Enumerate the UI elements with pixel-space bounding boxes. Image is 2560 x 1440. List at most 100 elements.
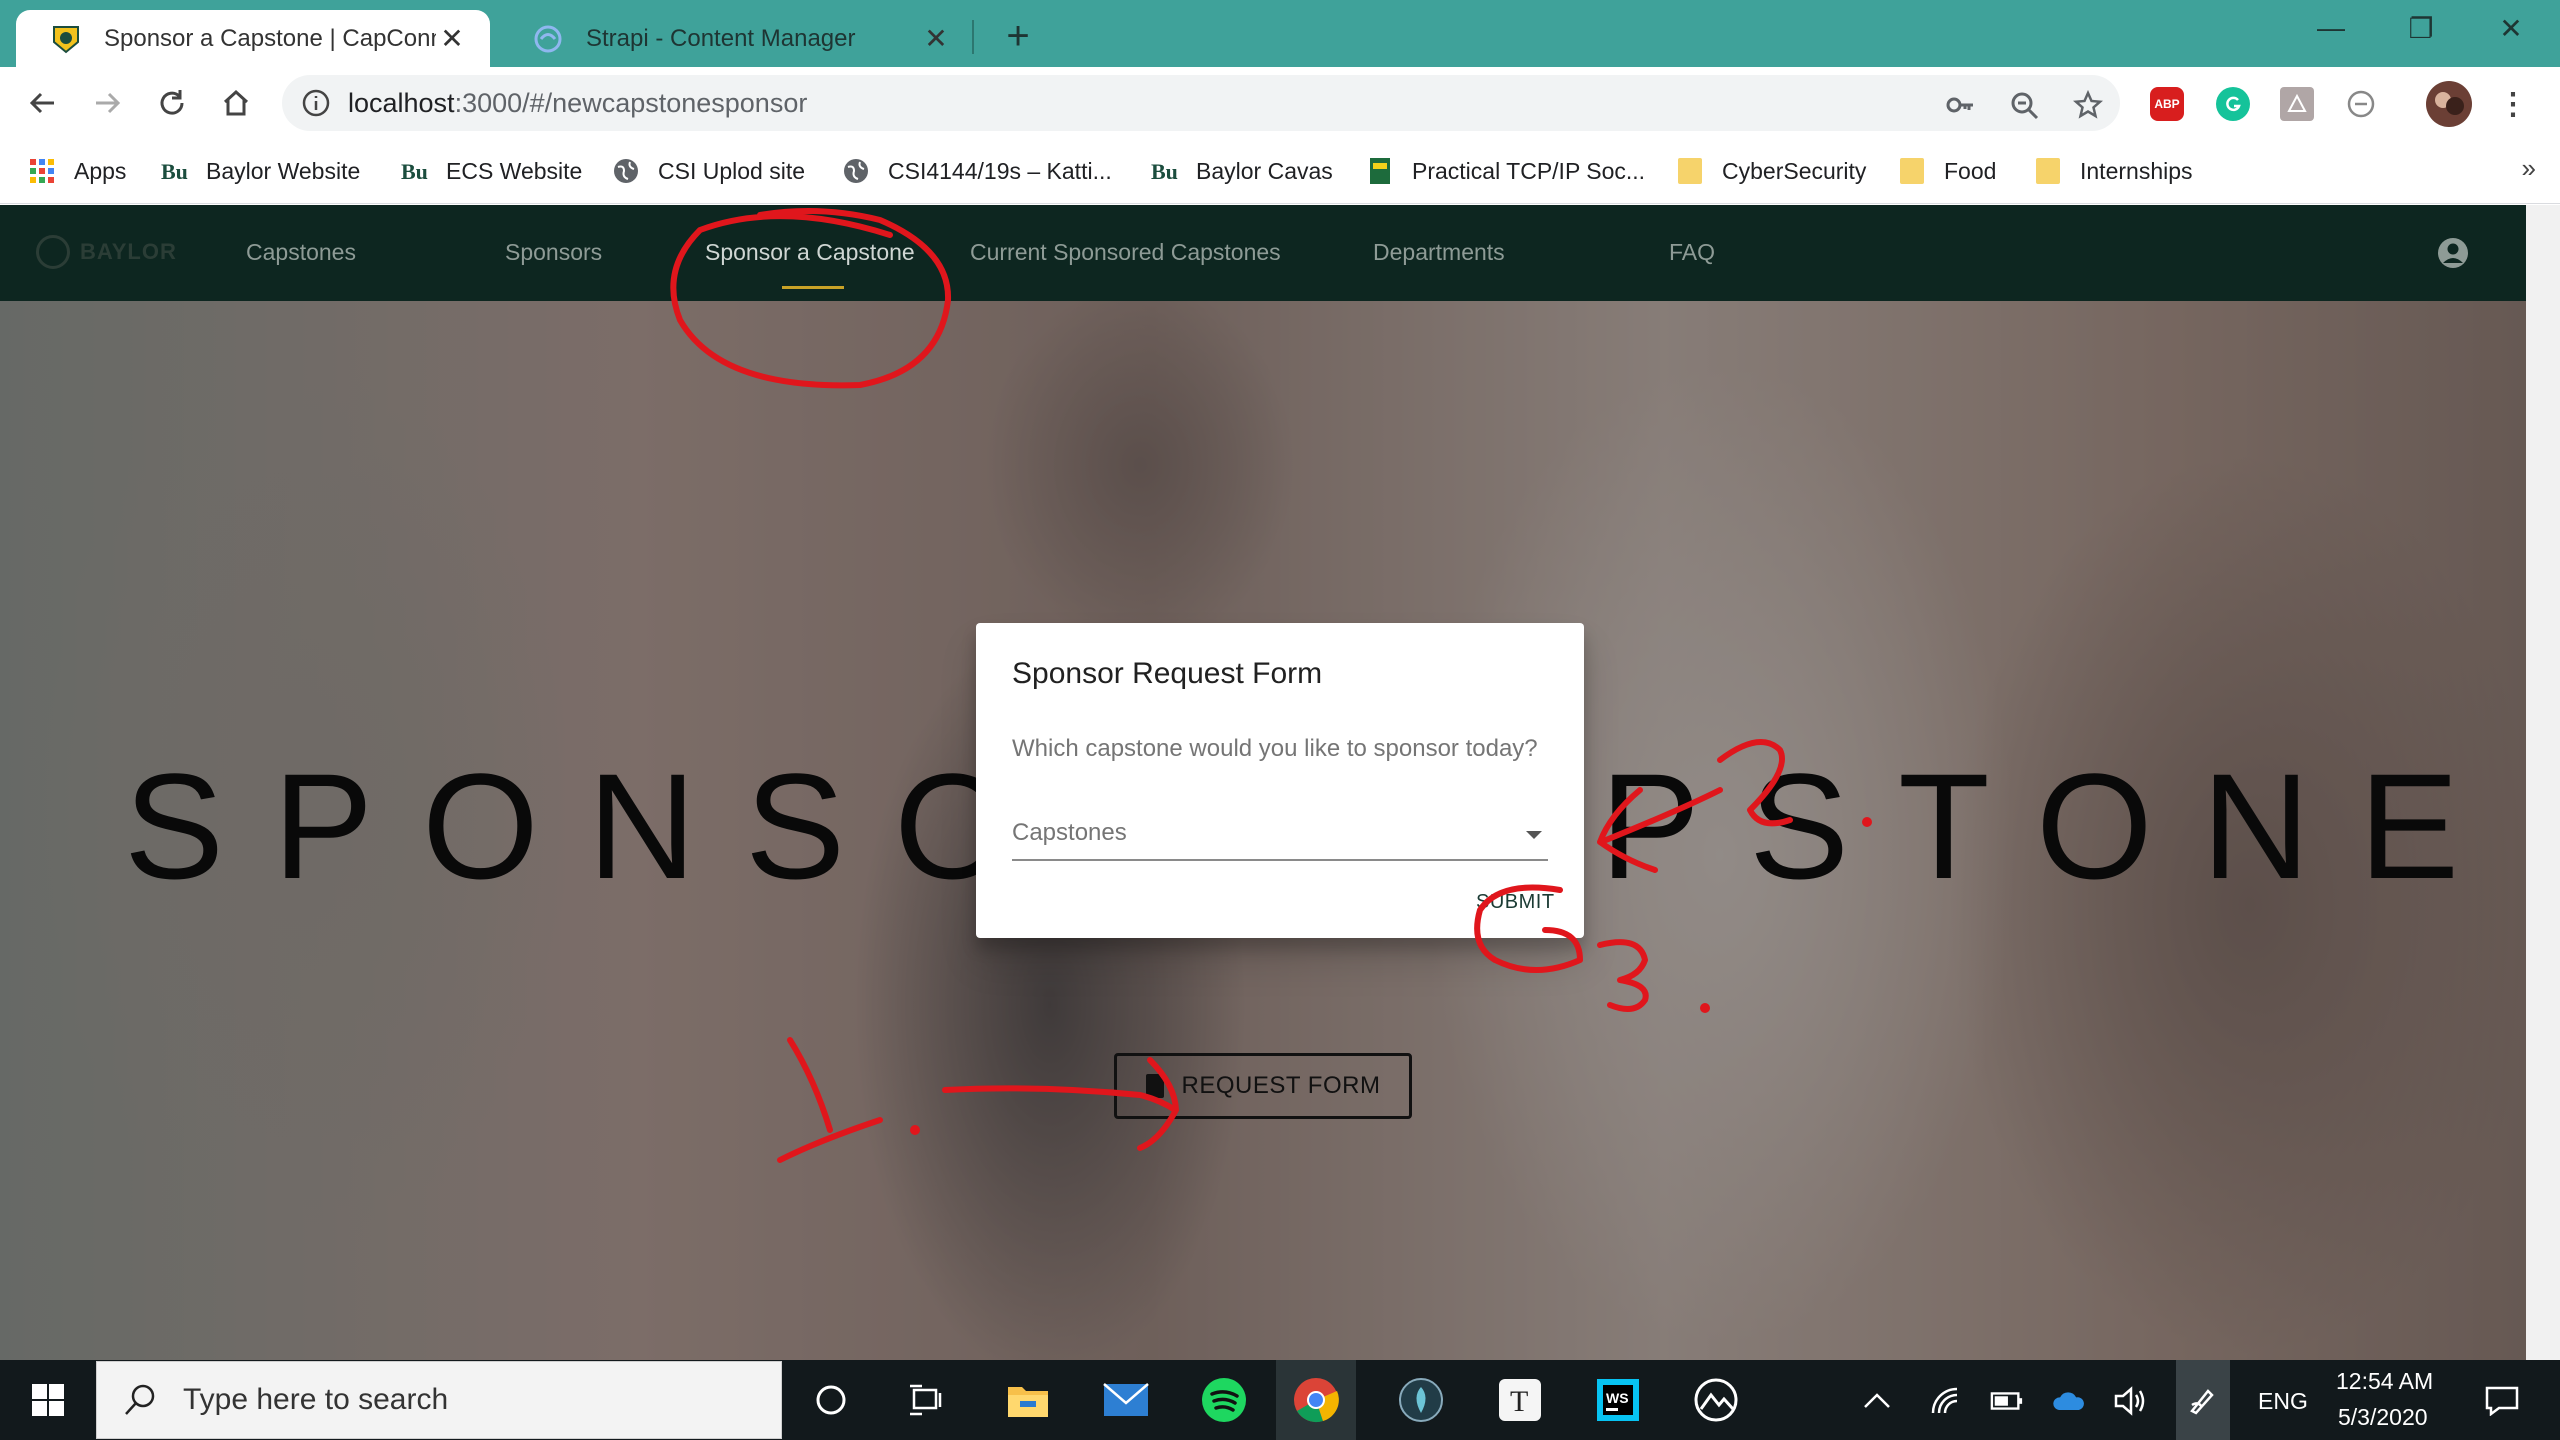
notification-center-icon[interactable] [2480,1384,2524,1418]
acrobat-icon[interactable] [2280,87,2314,121]
task-view-icon[interactable] [898,1372,954,1428]
nav-capstones[interactable]: Capstones [246,239,356,266]
grammarly-icon[interactable] [2216,87,2250,121]
baylor-logo[interactable]: BAYLOR [36,235,177,269]
language-indicator[interactable]: ENG [2258,1388,2308,1415]
spotify-icon[interactable] [1196,1372,1252,1428]
baylor-bu-icon: Bu [160,157,188,185]
reload-icon [160,90,184,115]
star-icon[interactable] [2070,87,2106,123]
start-button[interactable] [0,1360,96,1440]
folder-icon [1898,157,1926,185]
account-icon[interactable] [2437,237,2469,269]
document-icon [1145,1074,1164,1098]
bookmark-baylor-website[interactable]: Bu Baylor Website [160,153,360,189]
bookmark-csi4144[interactable]: CSI4144/19s – Katti... [842,153,1112,189]
pen-workspace-icon[interactable] [2176,1360,2230,1440]
nav-current-sponsored-capstones[interactable]: Current Sponsored Capstones [970,239,1281,266]
bookmark-label: Baylor Cavas [1196,157,1333,184]
forward-button[interactable] [86,81,130,125]
abp-icon[interactable]: ABP [2150,87,2184,121]
nav-sponsors[interactable]: Sponsors [505,239,602,266]
bookmark-label: CSI Uplod site [658,157,806,184]
submit-button[interactable]: SUBMIT [1476,891,1555,914]
logo-text: BAYLOR [80,239,177,264]
nav-faq[interactable]: FAQ [1669,239,1715,266]
browser-tab-strip: Sponsor a Capstone | CapConnect ✕ Strapi… [0,0,2560,67]
folder-icon [1676,157,1704,185]
bookmark-internships[interactable]: Internships [2034,153,2193,189]
profile-avatar[interactable] [2426,81,2472,127]
capstone-select[interactable]: Capstones [1012,807,1548,861]
reload-button[interactable] [150,81,194,125]
restore-button[interactable]: ❐ [2386,8,2456,48]
tab-strapi[interactable]: Strapi - Content Manager ✕ [498,10,974,67]
bookmark-label: Food [1944,157,1997,184]
typora-icon[interactable]: T [1492,1372,1548,1428]
bookmark-baylor-cavas[interactable]: Bu Baylor Cavas [1150,153,1333,189]
page-viewport: BAYLOR Capstones Sponsors Sponsor a Caps… [0,205,2560,1360]
bookmark-food[interactable]: Food [1898,153,1996,189]
clock-time[interactable]: 12:54 AM [2336,1368,2433,1395]
baylor-bear-favicon-icon [50,23,82,55]
bookmark-csi-uplod-site[interactable]: CSI Uplod site [612,153,805,189]
bookmark-ecs-website[interactable]: Bu ECS Website [400,153,582,189]
tab-title: Sponsor a Capstone | CapConnect [104,24,436,52]
bookmark-apps[interactable]: Apps [28,153,126,189]
bookmark-cybersecurity[interactable]: CyberSecurity [1676,153,1866,189]
dropdown-arrow-icon [1526,831,1542,839]
nav-departments[interactable]: Departments [1373,239,1505,266]
svg-text:Bu: Bu [1151,159,1178,184]
url-text: localhost:3000/#/newcapstonesponsor [348,88,807,119]
bookmark-label: Internships [2080,157,2193,184]
webstorm-icon[interactable]: WS [1590,1372,1646,1428]
svg-text:Bu: Bu [401,159,428,184]
tab-close-icon[interactable]: ✕ [436,23,468,55]
windows-logo-icon [32,1384,64,1416]
taskbar-search-box[interactable]: Type here to search [96,1361,782,1439]
app-navbar: BAYLOR Capstones Sponsors Sponsor a Caps… [0,205,2526,301]
tab-sponsor-a-capstone[interactable]: Sponsor a Capstone | CapConnect ✕ [16,10,490,67]
request-form-button[interactable]: REQUEST FORM [1114,1053,1412,1119]
baylor-bu-icon: Bu [400,157,428,185]
chrome-icon[interactable] [1276,1360,1356,1440]
bookmark-practical-tcpip[interactable]: Practical TCP/IP Soc... [1366,153,1645,189]
nav-sponsor-a-capstone[interactable]: Sponsor a Capstone [705,239,915,266]
app-icon[interactable] [1393,1372,1449,1428]
cortana-icon[interactable] [803,1372,859,1428]
dialog-question: Which capstone would you like to sponsor… [1012,735,1538,762]
file-explorer-icon[interactable] [1000,1372,1056,1428]
home-button[interactable] [214,81,258,125]
mail-icon[interactable] [1098,1372,1154,1428]
strapi-favicon-icon [532,23,564,55]
photos-icon[interactable] [1688,1372,1744,1428]
back-button[interactable] [20,81,64,125]
baylor-bu-icon: Bu [1150,157,1178,185]
zoom-icon[interactable] [2006,87,2042,123]
minus-circle-icon[interactable] [2344,87,2378,121]
folder-icon [2034,157,2062,185]
new-tab-button[interactable]: + [996,14,1040,58]
globe-icon [842,157,870,185]
onedrive-icon[interactable] [2052,1384,2086,1418]
dialog-title: Sponsor Request Form [1012,657,1323,690]
menu-icon[interactable]: ⋮ [2496,87,2530,121]
sponsor-request-dialog: Sponsor Request Form Which capstone woul… [976,623,1584,938]
close-window-button[interactable]: ✕ [2476,8,2546,48]
request-form-label: REQUEST FORM [1181,1072,1381,1099]
minimize-button[interactable]: — [2296,8,2366,48]
tab-separator [972,20,974,54]
page-scrollbar[interactable] [2526,205,2560,1360]
address-bar[interactable]: localhost:3000/#/newcapstonesponsor [282,75,2120,131]
wifi-icon[interactable] [1928,1384,1962,1418]
bookmarks-overflow-button[interactable]: » [2522,153,2536,184]
bookmark-label: Apps [74,157,127,184]
show-hidden-icons-button[interactable] [1860,1384,1894,1418]
key-icon[interactable] [1942,87,1978,123]
search-icon [125,1384,155,1415]
volume-icon[interactable] [2114,1384,2148,1418]
battery-icon[interactable] [1990,1384,2024,1418]
clock-date[interactable]: 5/3/2020 [2338,1404,2428,1431]
tab-close-icon[interactable]: ✕ [920,23,952,55]
info-icon[interactable] [300,87,332,119]
